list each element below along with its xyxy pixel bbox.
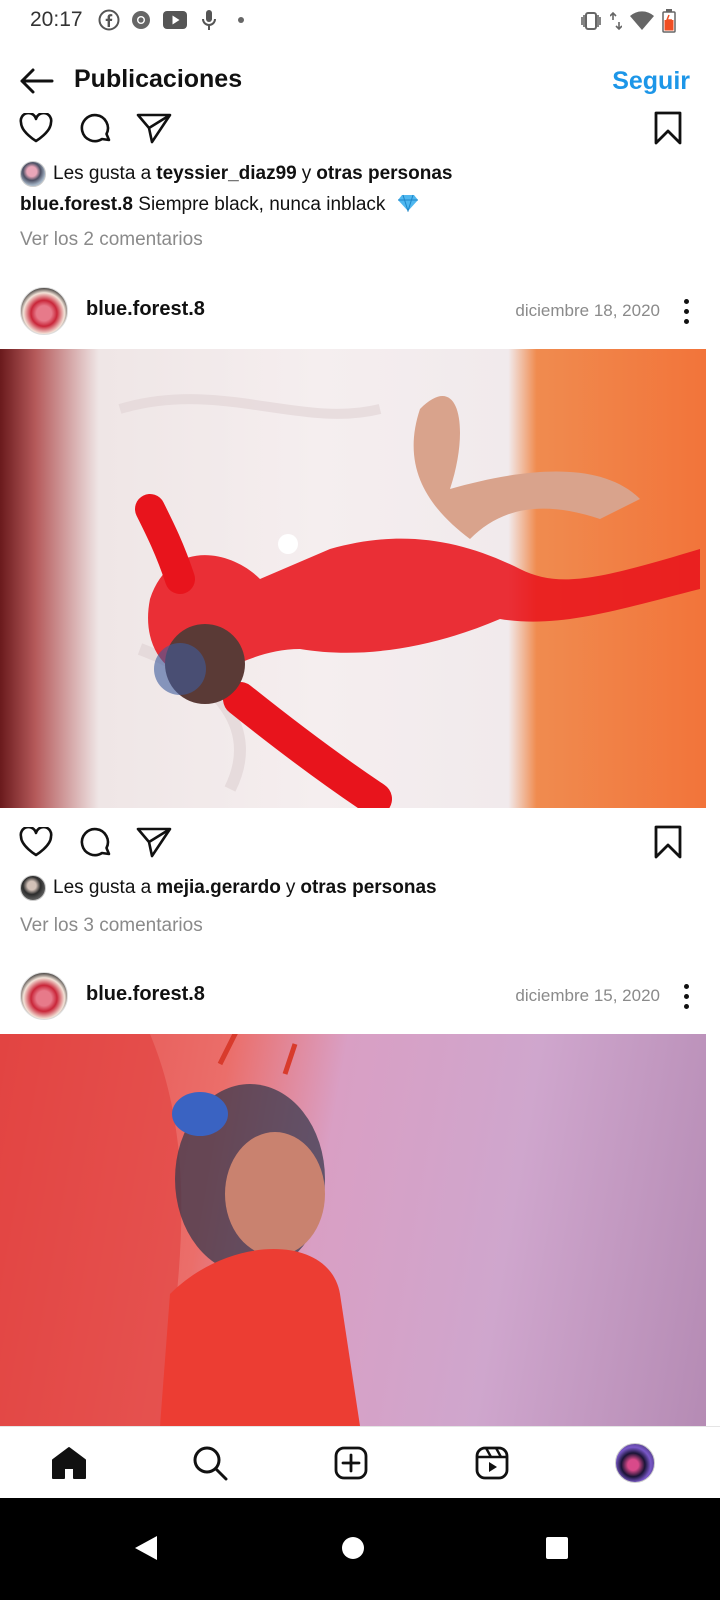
- follow-button[interactable]: Seguir: [612, 67, 690, 96]
- data-arrows-icon: [610, 11, 622, 31]
- back-arrow-icon[interactable]: [16, 61, 56, 101]
- comment-icon[interactable]: [78, 110, 114, 146]
- new-post-icon[interactable]: [329, 1441, 373, 1485]
- post-header: blue.forest.8 diciembre 15, 2020: [0, 966, 720, 1026]
- caption-text: Siempre black, nunca inblack: [138, 194, 386, 215]
- likes-prefix: Les gusta a: [53, 163, 152, 184]
- vibrate-icon: [580, 11, 602, 31]
- post-header: blue.forest.8 diciembre 18, 2020: [0, 281, 720, 341]
- bookmark-icon[interactable]: [650, 824, 686, 860]
- chrome-icon: [130, 9, 152, 31]
- avatar[interactable]: [20, 972, 68, 1020]
- system-nav-bar: [0, 1498, 720, 1600]
- likes-summary: Les gusta a teyssier_diaz99 y otras pers…: [20, 159, 700, 189]
- profile-tab[interactable]: [613, 1441, 657, 1485]
- facebook-icon: [98, 9, 120, 31]
- status-time: 20:17: [30, 8, 83, 31]
- liker-avatar[interactable]: [20, 875, 46, 901]
- post-username[interactable]: blue.forest.8: [86, 298, 205, 321]
- post-image[interactable]: [0, 349, 706, 808]
- bookmark-icon[interactable]: [650, 110, 686, 146]
- post-date: diciembre 18, 2020: [515, 301, 660, 320]
- more-options-icon[interactable]: [674, 293, 698, 329]
- profile-avatar: [615, 1443, 655, 1483]
- post-caption: blue.forest.8 Siempre black, nunca inbla…: [20, 194, 700, 216]
- status-bar: 20:17: [0, 0, 720, 44]
- top-nav: Publicaciones Seguir: [0, 55, 720, 105]
- avatar[interactable]: [20, 287, 68, 335]
- post-actions: [0, 102, 720, 152]
- share-send-icon[interactable]: [136, 824, 172, 860]
- home-icon[interactable]: [47, 1441, 91, 1485]
- liker-avatar[interactable]: [20, 161, 46, 187]
- back-icon[interactable]: [118, 1520, 174, 1576]
- likes-others-link[interactable]: otras personas: [300, 877, 436, 899]
- view-comments-link[interactable]: Ver los 2 comentarios: [20, 229, 203, 251]
- like-heart-icon[interactable]: [18, 110, 54, 146]
- likes-join: y: [301, 163, 312, 184]
- gem-icon: [397, 194, 418, 212]
- post-actions: [0, 816, 720, 866]
- dot-icon: [230, 9, 252, 31]
- view-comments-link[interactable]: Ver los 3 comentarios: [20, 915, 203, 937]
- reels-icon[interactable]: [470, 1441, 514, 1485]
- recents-icon[interactable]: [529, 1520, 585, 1576]
- comment-icon[interactable]: [78, 824, 114, 860]
- notification-icons: [98, 9, 252, 31]
- caption-username[interactable]: blue.forest.8: [20, 194, 133, 215]
- search-icon[interactable]: [188, 1441, 232, 1485]
- post-date: diciembre 15, 2020: [515, 986, 660, 1005]
- like-heart-icon[interactable]: [18, 824, 54, 860]
- post-image[interactable]: [0, 1034, 706, 1426]
- likes-prefix: Les gusta a: [53, 877, 152, 898]
- likes-join: y: [285, 877, 296, 898]
- system-status-icons: [580, 9, 676, 33]
- wifi-icon: [630, 11, 654, 31]
- more-options-icon[interactable]: [674, 978, 698, 1014]
- youtube-icon: [162, 9, 188, 31]
- mic-icon: [198, 9, 220, 31]
- page-title: Publicaciones: [74, 65, 243, 93]
- battery-icon: [662, 9, 676, 33]
- bottom-nav: [0, 1426, 720, 1498]
- share-send-icon[interactable]: [136, 110, 172, 146]
- post-username[interactable]: blue.forest.8: [86, 983, 205, 1006]
- liker-username[interactable]: mejia.gerardo: [156, 877, 281, 899]
- liker-username[interactable]: teyssier_diaz99: [156, 163, 297, 185]
- likes-summary: Les gusta a mejia.gerardo y otras person…: [20, 873, 700, 903]
- home-circle-icon[interactable]: [325, 1520, 381, 1576]
- likes-others-link[interactable]: otras personas: [316, 163, 452, 185]
